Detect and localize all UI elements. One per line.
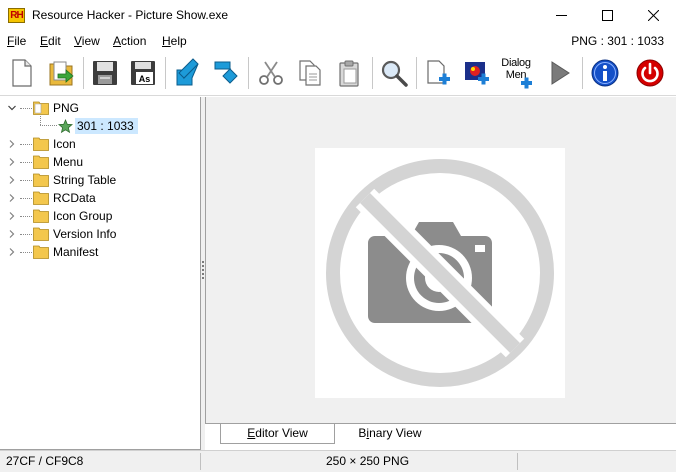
folder-icon <box>33 155 49 169</box>
save-as-disk-icon: As <box>131 61 155 85</box>
tree-item-label: Version Info <box>53 227 117 241</box>
image-preview <box>315 148 565 398</box>
svg-text:As: As <box>139 74 151 84</box>
save-button[interactable] <box>88 55 122 91</box>
power-icon <box>636 59 664 87</box>
folder-icon <box>33 173 49 187</box>
tree-item-label: Manifest <box>53 245 99 259</box>
compile-button[interactable] <box>542 55 576 91</box>
add-blank-resource-button[interactable] <box>421 55 455 91</box>
window-title: Resource Hacker - Picture Show.exe <box>32 8 229 22</box>
close-button[interactable] <box>630 0 676 31</box>
tree-item[interactable]: Icon Group <box>33 207 112 225</box>
chevron-right-icon[interactable] <box>8 140 16 148</box>
app-icon: RH <box>8 8 25 23</box>
status-position: 27CF / CF9C8 <box>6 454 84 468</box>
editor-view <box>205 97 676 423</box>
folder-icon <box>33 245 49 259</box>
scissors-icon <box>259 61 283 85</box>
chevron-right-icon[interactable] <box>8 158 16 166</box>
tree-item-label: Menu <box>53 155 84 169</box>
copy-button[interactable] <box>293 55 327 91</box>
folder-icon <box>33 137 49 151</box>
magnifier-icon <box>381 60 408 87</box>
tree-item[interactable]: String Table <box>33 171 116 189</box>
chevron-right-icon[interactable] <box>8 194 16 202</box>
folder-icon <box>33 209 49 223</box>
status-bar: 27CF / CF9C8 250 × 250 PNG <box>0 450 676 472</box>
maximize-button[interactable] <box>584 0 630 31</box>
exit-button[interactable] <box>633 55 667 91</box>
toolbar: As Dialog Men <box>0 51 676 96</box>
open-button[interactable] <box>44 55 78 91</box>
chevron-right-icon[interactable] <box>8 212 16 220</box>
tree-item[interactable]: RCData <box>33 189 96 207</box>
play-icon <box>551 61 570 85</box>
folder-icon <box>33 191 49 205</box>
plus-icon <box>521 77 532 89</box>
no-photo-icon <box>326 159 554 387</box>
new-file-button[interactable] <box>5 55 39 91</box>
menu-edit[interactable]: Edit <box>40 34 61 48</box>
tree-item-label: Icon <box>53 137 76 151</box>
add-image-resource-button[interactable] <box>460 55 494 91</box>
paste-button[interactable] <box>332 55 366 91</box>
tree-node-selected[interactable]: 301 : 1033 <box>58 117 138 135</box>
tree-item[interactable]: Menu <box>33 153 83 171</box>
tab-binary-view[interactable]: Binary View <box>335 424 445 444</box>
tree-item[interactable]: Manifest <box>33 243 98 261</box>
tree-label-png: PNG <box>53 101 80 115</box>
menu-view[interactable]: View <box>74 34 100 48</box>
new-file-icon <box>12 59 32 87</box>
arrow-up-left-icon <box>214 61 238 84</box>
open-folder-icon <box>33 101 49 115</box>
export-button[interactable] <box>209 55 243 91</box>
chevron-right-icon[interactable] <box>8 230 16 238</box>
cut-button[interactable] <box>254 55 288 91</box>
tree-label-selected: 301 : 1033 <box>75 118 138 134</box>
folder-icon <box>33 227 49 241</box>
tab-editor-view[interactable]: Editor View <box>220 424 335 444</box>
minimize-icon <box>555 15 567 16</box>
chevron-right-icon[interactable] <box>8 176 16 184</box>
close-icon <box>647 10 659 21</box>
menu-action[interactable]: Action <box>113 34 146 48</box>
find-button[interactable] <box>377 55 411 91</box>
about-button[interactable] <box>588 55 622 91</box>
star-icon <box>58 118 73 133</box>
info-icon <box>591 59 619 87</box>
resource-info: PNG : 301 : 1033 <box>571 34 664 48</box>
save-as-button[interactable]: As <box>126 55 160 91</box>
menu-help[interactable]: Help <box>162 34 187 48</box>
title-bar[interactable]: RH Resource Hacker - Picture Show.exe <box>0 0 676 31</box>
open-folder-icon <box>49 61 74 86</box>
import-button[interactable] <box>170 55 204 91</box>
status-image-info: 250 × 250 PNG <box>326 454 410 468</box>
chevron-down-icon <box>8 105 16 111</box>
copy-icon <box>299 60 321 86</box>
maximize-icon <box>601 10 613 21</box>
tree-item-label: RCData <box>53 191 96 205</box>
tree-item-label: String Table <box>53 173 117 187</box>
resource-tree[interactable]: PNG 301 : 1033 Icon Menu String Table RCDat… <box>0 97 201 450</box>
tree-item-label: Icon Group <box>53 209 113 223</box>
tree-node-png-label[interactable]: PNG <box>33 99 79 117</box>
dialog-merger-button[interactable]: Dialog Men <box>499 55 533 91</box>
minimize-button[interactable] <box>538 0 584 31</box>
chevron-right-icon[interactable] <box>8 248 16 256</box>
add-image-icon <box>465 62 489 85</box>
menu-bar: File Edit View Action Help PNG : 301 : 1… <box>0 31 676 51</box>
new-resource-icon <box>427 60 450 85</box>
clipboard-icon <box>339 60 359 87</box>
tree-item[interactable]: Version Info <box>33 225 116 243</box>
save-disk-icon <box>93 61 117 85</box>
arrow-down-left-icon <box>176 58 199 86</box>
view-tabs: Editor View Binary View <box>205 423 676 450</box>
tree-item[interactable]: Icon <box>33 135 76 153</box>
menu-file[interactable]: File <box>7 34 26 48</box>
